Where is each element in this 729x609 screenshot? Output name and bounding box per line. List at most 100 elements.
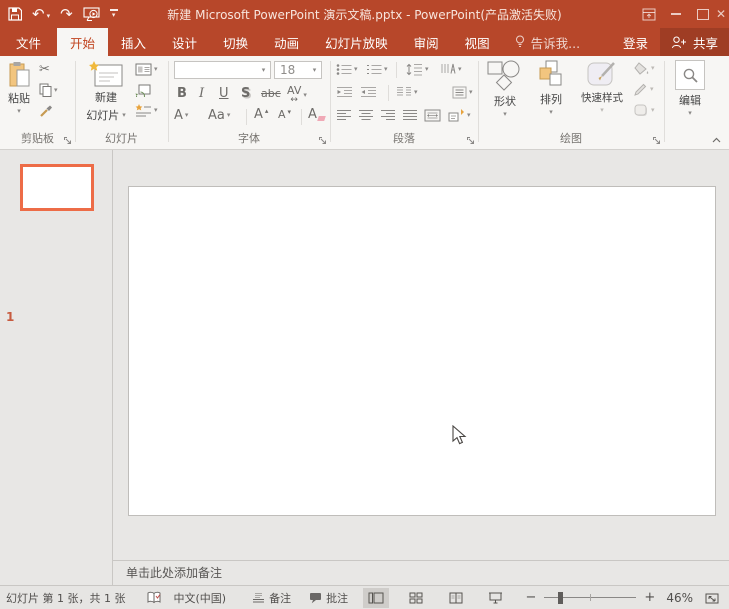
new-slide-button[interactable]: 新建 幻灯片 ▾: [81, 61, 131, 123]
text-shadow-button[interactable]: S: [241, 87, 250, 100]
shapes-button[interactable]: 形状 ▾: [484, 60, 526, 118]
font-dialog-launcher[interactable]: [318, 136, 327, 145]
decrease-font-size-icon: A: [278, 109, 286, 120]
format-painter-button[interactable]: [39, 104, 53, 117]
tab-slideshow[interactable]: 幻灯片放映: [312, 28, 401, 56]
collapse-ribbon-button[interactable]: [712, 137, 721, 143]
zoom-out-button[interactable]: −: [523, 590, 540, 605]
shape-effects-button[interactable]: ▾: [634, 104, 655, 117]
font-group-label: 字体: [168, 130, 330, 146]
decrease-indent-button[interactable]: [336, 86, 353, 98]
slide-layout-button[interactable]: ▾: [135, 63, 158, 76]
editing-label: 编辑: [679, 92, 701, 108]
paragraph-dialog-launcher[interactable]: [466, 136, 475, 145]
comments-toggle[interactable]: 批注: [309, 590, 348, 606]
tab-file[interactable]: 文件: [0, 28, 57, 56]
character-spacing-button[interactable]: AV ↔ ▾: [287, 85, 307, 105]
bullets-button[interactable]: ▾: [336, 63, 358, 76]
zoom-in-button[interactable]: +: [641, 590, 658, 605]
drawing-dialog-launcher[interactable]: [652, 136, 661, 145]
zoom-slider[interactable]: [544, 591, 636, 605]
editing-button[interactable]: 编辑 ▾: [672, 60, 708, 117]
smartart-icon: [448, 108, 465, 122]
bold-button[interactable]: B: [177, 87, 187, 100]
minimize-button[interactable]: [662, 0, 689, 28]
start-slideshow-button[interactable]: [83, 7, 100, 21]
reset-slide-button[interactable]: [135, 83, 151, 97]
spell-check-button[interactable]: [147, 591, 161, 604]
clipboard-dialog-launcher[interactable]: [63, 136, 72, 145]
notes-placeholder[interactable]: 单击此处添加备注: [126, 561, 222, 584]
editing-dropdown-icon: ▾: [688, 110, 692, 117]
slide-canvas[interactable]: [128, 186, 716, 516]
align-right-button[interactable]: [380, 109, 396, 121]
decrease-font-size-button[interactable]: A ▾: [278, 109, 291, 120]
strikethrough-button[interactable]: abc: [261, 88, 281, 99]
change-case-button[interactable]: Aa ▾: [208, 109, 230, 122]
close-button[interactable]: ✕: [716, 0, 729, 28]
shape-effects-dropdown-icon: ▾: [651, 107, 655, 114]
tab-insert[interactable]: 插入: [108, 28, 159, 56]
zoom-slider-thumb[interactable]: [558, 592, 563, 604]
tell-me-box[interactable]: 告诉我...: [503, 28, 592, 56]
ribbon-display-options-button[interactable]: [635, 0, 662, 28]
align-center-button[interactable]: [358, 109, 374, 121]
reading-view-button[interactable]: [443, 588, 469, 608]
line-spacing-button[interactable]: ▾: [406, 63, 429, 76]
tab-review[interactable]: 审阅: [401, 28, 452, 56]
scissors-icon: ✂: [39, 63, 50, 76]
copy-button[interactable]: ▾: [39, 83, 58, 97]
zoom-level[interactable]: 46%: [666, 591, 693, 605]
share-button[interactable]: 共享: [660, 28, 729, 56]
bullets-icon: [336, 63, 352, 76]
spell-check-icon: [147, 591, 161, 604]
maximize-icon: [697, 9, 709, 20]
shape-outline-button[interactable]: ▾: [634, 83, 654, 96]
smartart-dropdown-icon: ▾: [467, 112, 471, 119]
arrange-button[interactable]: 排列 ▾: [532, 60, 570, 116]
font-color-button[interactable]: A ▾: [174, 109, 188, 122]
increase-indent-button[interactable]: [360, 86, 377, 98]
redo-button[interactable]: ↷: [60, 7, 73, 22]
convert-to-smartart-button[interactable]: ▾: [448, 108, 471, 122]
tab-transitions[interactable]: 切换: [210, 28, 261, 56]
text-direction-button[interactable]: ▾: [440, 63, 462, 76]
customize-qat-button[interactable]: ▾: [110, 9, 118, 19]
sign-in-button[interactable]: 登录: [611, 28, 660, 56]
save-button[interactable]: [8, 7, 22, 21]
justify-button[interactable]: [402, 109, 418, 121]
underline-button[interactable]: U: [219, 87, 229, 100]
clear-formatting-button[interactable]: A: [308, 108, 325, 121]
slideshow-view-button[interactable]: [483, 588, 509, 608]
shape-fill-button[interactable]: ▾: [634, 62, 655, 75]
numbering-button[interactable]: ▾: [366, 63, 388, 76]
section-button[interactable]: ▾: [135, 104, 158, 117]
align-left-button[interactable]: [336, 109, 352, 121]
quick-styles-button[interactable]: 快速样式 ▾: [574, 60, 630, 114]
increase-font-size-button[interactable]: A ▴: [254, 108, 268, 121]
maximize-button[interactable]: [689, 0, 716, 28]
language-indicator[interactable]: 中文(中国): [173, 590, 226, 606]
tab-design[interactable]: 设计: [159, 28, 210, 56]
align-text-button[interactable]: ▾: [452, 86, 473, 99]
shrink-arrow-icon: ▾: [288, 109, 292, 116]
section-dropdown-icon: ▾: [154, 107, 158, 114]
fit-to-window-button[interactable]: [699, 588, 725, 608]
undo-button[interactable]: ↶ ▾: [32, 7, 50, 22]
slide-sorter-view-button[interactable]: [403, 588, 429, 608]
slide-thumbnail-1[interactable]: [20, 164, 94, 211]
paste-button[interactable]: 粘贴 ▾: [3, 61, 35, 115]
panel-divider[interactable]: [112, 150, 113, 585]
columns-button[interactable]: ▾: [396, 86, 418, 98]
copy-icon: [39, 83, 52, 97]
normal-view-button[interactable]: [363, 588, 389, 608]
italic-button[interactable]: I: [199, 87, 204, 100]
notes-toggle[interactable]: 备注: [252, 590, 291, 606]
tab-view[interactable]: 视图: [452, 28, 503, 56]
tab-home[interactable]: 开始: [57, 28, 108, 56]
distribute-text-button[interactable]: [424, 109, 441, 122]
font-size-combobox[interactable]: 18 ▾: [274, 61, 322, 79]
font-name-combobox[interactable]: ▾: [174, 61, 271, 79]
cut-button[interactable]: ✂: [39, 63, 50, 76]
tab-animations[interactable]: 动画: [261, 28, 312, 56]
